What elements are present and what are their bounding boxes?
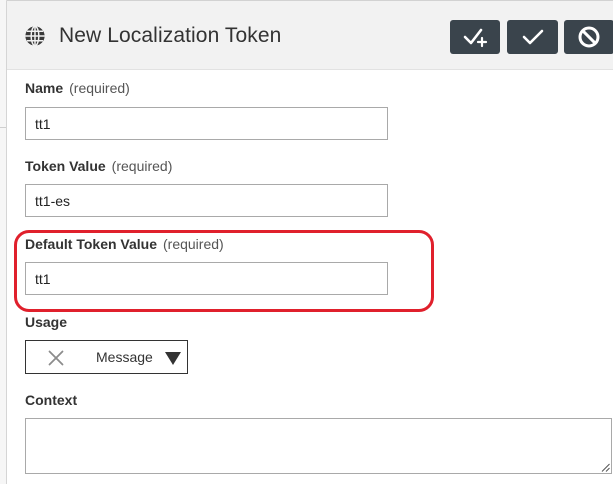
default-token-value-label-text: Default Token Value — [25, 236, 157, 252]
check-icon — [522, 29, 543, 45]
default-token-value-label: Default Token Value (required) — [25, 236, 224, 252]
token-value-input[interactable] — [25, 184, 388, 217]
resize-grip-icon[interactable] — [601, 463, 610, 472]
default-token-value-required-text: (required) — [163, 236, 224, 252]
name-input[interactable] — [25, 107, 388, 140]
dialog-title: New Localization Token — [59, 24, 282, 47]
save-and-new-button[interactable] — [450, 20, 500, 54]
name-label: Name (required) — [25, 80, 130, 96]
name-label-text: Name — [25, 80, 64, 96]
usage-select[interactable]: Message — [25, 340, 188, 374]
ban-icon — [578, 26, 600, 48]
token-value-required-text: (required) — [111, 158, 173, 174]
caret-down-icon[interactable] — [165, 352, 181, 365]
usage-label: Usage — [25, 314, 67, 330]
check-plus-icon — [463, 28, 488, 48]
default-token-value-input[interactable] — [25, 262, 388, 295]
name-required-text: (required) — [69, 80, 130, 96]
usage-label-text: Usage — [25, 314, 68, 330]
context-label-text: Context — [25, 392, 78, 408]
localization-token-dialog: New Localization Token Name (required) t… — [6, 1, 613, 484]
globe-icon — [25, 25, 45, 47]
clear-icon[interactable] — [48, 350, 64, 366]
context-textarea[interactable] — [25, 418, 612, 474]
cancel-button[interactable] — [564, 20, 613, 54]
dialog-header: New Localization Token — [7, 1, 613, 70]
screen: New Localization Token Name (required) t… — [0, 0, 613, 484]
context-label: Context — [25, 392, 77, 408]
token-value-label: Token Value (required) — [25, 158, 172, 174]
save-button[interactable] — [507, 20, 558, 54]
usage-selected-value: Message — [96, 349, 153, 365]
token-value-label-text: Token Value — [25, 158, 106, 174]
